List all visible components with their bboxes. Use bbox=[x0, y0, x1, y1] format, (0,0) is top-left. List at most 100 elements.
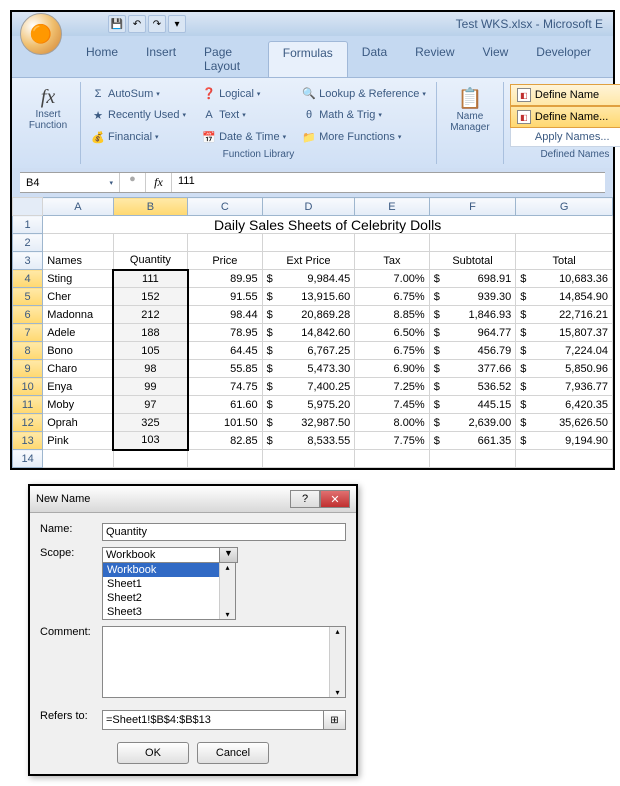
cell-name[interactable]: Moby bbox=[43, 396, 113, 414]
cell-subtotal[interactable]: $698.91 bbox=[429, 270, 516, 288]
dialog-titlebar[interactable]: New Name ? ✕ bbox=[30, 486, 356, 513]
cell-quantity[interactable]: 212 bbox=[113, 306, 187, 324]
row-header-3[interactable]: 3 bbox=[13, 252, 43, 270]
financial-button[interactable]: 💰Financial▾ bbox=[87, 127, 190, 147]
cell-ext-price[interactable]: $13,915.60 bbox=[262, 288, 355, 306]
date-time-button[interactable]: 📅Date & Time▾ bbox=[198, 127, 290, 147]
cell-tax[interactable]: 8.00% bbox=[355, 414, 429, 432]
redo-icon[interactable]: ↷ bbox=[148, 15, 166, 33]
cell[interactable] bbox=[188, 234, 262, 252]
cell-quantity[interactable]: 152 bbox=[113, 288, 187, 306]
cell-quantity[interactable]: 99 bbox=[113, 378, 187, 396]
cell-quantity[interactable]: 325 bbox=[113, 414, 187, 432]
cell[interactable] bbox=[355, 234, 429, 252]
lookup-button[interactable]: 🔍Lookup & Reference▾ bbox=[298, 84, 430, 104]
more-functions-button[interactable]: 📁More Functions▾ bbox=[298, 127, 430, 147]
define-name-menu-item[interactable]: ◧Define Name... bbox=[510, 106, 620, 128]
cell-quantity[interactable]: 111 bbox=[113, 270, 187, 288]
cell-total[interactable]: $35,626.50 bbox=[516, 414, 613, 432]
scope-option-workbook[interactable]: Workbook bbox=[103, 563, 235, 577]
cell-tax[interactable]: 6.75% bbox=[355, 288, 429, 306]
range-picker-button[interactable]: ⊞ bbox=[324, 710, 346, 730]
cell-subtotal[interactable]: $661.35 bbox=[429, 432, 516, 450]
cell[interactable] bbox=[516, 450, 613, 468]
row-header-13[interactable]: 13 bbox=[13, 432, 43, 450]
cell-name[interactable]: Sting bbox=[43, 270, 113, 288]
tab-view[interactable]: View bbox=[469, 41, 523, 77]
cell-name[interactable]: Madonna bbox=[43, 306, 113, 324]
cell[interactable] bbox=[429, 234, 516, 252]
undo-icon[interactable]: ↶ bbox=[128, 15, 146, 33]
row-header-6[interactable]: 6 bbox=[13, 306, 43, 324]
row-header-2[interactable]: 2 bbox=[13, 234, 43, 252]
cell-name[interactable]: Oprah bbox=[43, 414, 113, 432]
name-box[interactable]: B4▾ bbox=[20, 173, 120, 192]
cell-total[interactable]: $6,420.35 bbox=[516, 396, 613, 414]
cell-tax[interactable]: 8.85% bbox=[355, 306, 429, 324]
cell-ext-price[interactable]: $14,842.60 bbox=[262, 324, 355, 342]
cell-ext-price[interactable]: $5,975.20 bbox=[262, 396, 355, 414]
cell-quantity[interactable]: 188 bbox=[113, 324, 187, 342]
ok-button[interactable]: OK bbox=[117, 742, 189, 764]
cell[interactable] bbox=[43, 450, 113, 468]
col-header-A[interactable]: A bbox=[43, 198, 113, 216]
apply-names-menu-item[interactable]: Apply Names... bbox=[510, 128, 620, 147]
header-subtotal[interactable]: Subtotal bbox=[429, 252, 516, 270]
cell-total[interactable]: $10,683.36 bbox=[516, 270, 613, 288]
cell[interactable] bbox=[262, 450, 355, 468]
scope-option-sheet2[interactable]: Sheet2 bbox=[103, 591, 235, 605]
cell-total[interactable]: $9,194.90 bbox=[516, 432, 613, 450]
cell-price[interactable]: 74.75 bbox=[188, 378, 262, 396]
header-ext-price[interactable]: Ext Price bbox=[262, 252, 355, 270]
insert-function-button[interactable]: fx Insert Function bbox=[22, 84, 74, 133]
cell-tax[interactable]: 7.25% bbox=[355, 378, 429, 396]
scope-dropdown[interactable]: Workbook ▼ bbox=[102, 547, 238, 563]
tab-formulas[interactable]: Formulas bbox=[268, 41, 348, 77]
cell-ext-price[interactable]: $8,533.55 bbox=[262, 432, 355, 450]
cell-name[interactable]: Cher bbox=[43, 288, 113, 306]
cell-tax[interactable]: 6.90% bbox=[355, 360, 429, 378]
cell-ext-price[interactable]: $20,869.28 bbox=[262, 306, 355, 324]
cell-tax[interactable]: 7.45% bbox=[355, 396, 429, 414]
scope-list-scrollbar[interactable]: ▴▾ bbox=[219, 563, 235, 619]
cell-price[interactable]: 89.95 bbox=[188, 270, 262, 288]
cell[interactable] bbox=[262, 234, 355, 252]
cell-price[interactable]: 78.95 bbox=[188, 324, 262, 342]
name-input[interactable] bbox=[102, 523, 346, 541]
cell-name[interactable]: Charo bbox=[43, 360, 113, 378]
cell-name[interactable]: Bono bbox=[43, 342, 113, 360]
cell-total[interactable]: $22,716.21 bbox=[516, 306, 613, 324]
row-header-7[interactable]: 7 bbox=[13, 324, 43, 342]
cell-subtotal[interactable]: $536.52 bbox=[429, 378, 516, 396]
cell-quantity[interactable]: 105 bbox=[113, 342, 187, 360]
cell[interactable] bbox=[113, 234, 187, 252]
dialog-help-button[interactable]: ? bbox=[290, 490, 320, 508]
col-header-F[interactable]: F bbox=[429, 198, 516, 216]
math-trig-button[interactable]: θMath & Trig▾ bbox=[298, 106, 430, 126]
row-header-8[interactable]: 8 bbox=[13, 342, 43, 360]
comment-scrollbar[interactable]: ▴▾ bbox=[329, 627, 345, 697]
comment-textarea[interactable]: ▴▾ bbox=[102, 626, 346, 698]
header-tax[interactable]: Tax bbox=[355, 252, 429, 270]
cancel-button[interactable]: Cancel bbox=[197, 742, 269, 764]
col-header-B[interactable]: B bbox=[113, 198, 187, 216]
cell-price[interactable]: 64.45 bbox=[188, 342, 262, 360]
cell-subtotal[interactable]: $939.30 bbox=[429, 288, 516, 306]
row-header-1[interactable]: 1 bbox=[13, 216, 43, 234]
cell-subtotal[interactable]: $2,639.00 bbox=[429, 414, 516, 432]
formula-input[interactable]: 111 bbox=[172, 173, 605, 192]
cell-tax[interactable]: 6.75% bbox=[355, 342, 429, 360]
autosum-button[interactable]: ΣAutoSum▾ bbox=[87, 84, 190, 104]
cell-tax[interactable]: 6.50% bbox=[355, 324, 429, 342]
cell-price[interactable]: 98.44 bbox=[188, 306, 262, 324]
cell-name[interactable]: Enya bbox=[43, 378, 113, 396]
name-box-dropdown-icon[interactable]: ▾ bbox=[109, 179, 113, 187]
cell-total[interactable]: $5,850.96 bbox=[516, 360, 613, 378]
cell[interactable] bbox=[188, 450, 262, 468]
cell-price[interactable]: 82.85 bbox=[188, 432, 262, 450]
office-button[interactable]: 🟠 bbox=[20, 13, 62, 55]
cell[interactable] bbox=[516, 234, 613, 252]
cell-ext-price[interactable]: $32,987.50 bbox=[262, 414, 355, 432]
save-icon[interactable]: 💾 bbox=[108, 15, 126, 33]
cell-name[interactable]: Pink bbox=[43, 432, 113, 450]
